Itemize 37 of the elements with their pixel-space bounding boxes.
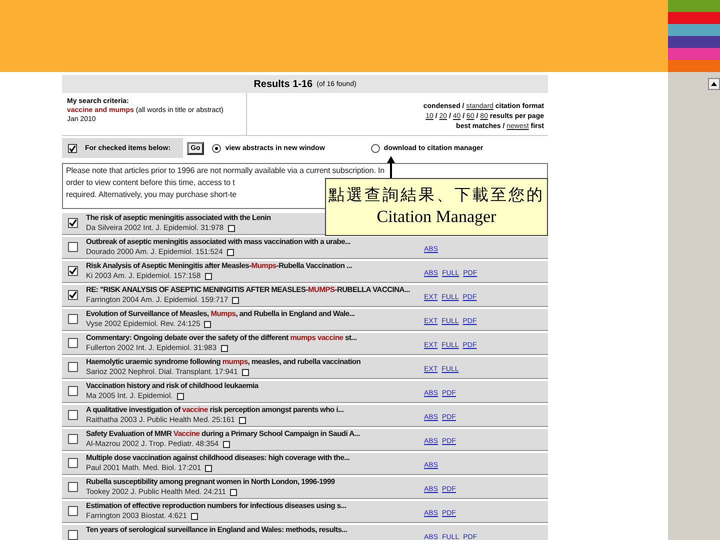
checkbox[interactable]: [68, 458, 78, 468]
radio-button[interactable]: [370, 144, 380, 152]
popup-icon[interactable]: [204, 320, 212, 328]
checkbox[interactable]: [68, 410, 78, 420]
popup-icon[interactable]: [232, 296, 240, 304]
popup-icon[interactable]: [205, 464, 212, 472]
popup-icon[interactable]: [222, 440, 230, 448]
checkbox[interactable]: [68, 386, 78, 396]
checkbox[interactable]: [68, 482, 78, 492]
checkbox[interactable]: [68, 314, 78, 324]
popup-icon[interactable]: [228, 224, 235, 232]
popup-icon[interactable]: [176, 392, 184, 400]
notice-line: Please note that articles prior to 1996 are not normally available via a current subscription. In: [66, 165, 384, 177]
checkbox[interactable]: [68, 434, 78, 444]
notice-line: order to view content before this time, access to t: [66, 177, 235, 189]
checkbox[interactable]: [68, 506, 78, 516]
callout-text: 點選查詢結果、下載至您的: [328, 186, 544, 206]
checkbox[interactable]: [68, 290, 78, 300]
checkbox[interactable]: [68, 338, 78, 348]
checkbox[interactable]: [68, 530, 78, 540]
pointer-arrow: [387, 156, 395, 178]
callout-text: Citation Manager: [376, 206, 496, 228]
checkbox[interactable]: [68, 362, 78, 372]
popup-icon[interactable]: [204, 272, 212, 280]
checkbox-icon: [68, 144, 77, 152]
results-title: Results 1-16: [254, 78, 313, 90]
radio-button[interactable]: [212, 144, 222, 152]
popup-icon[interactable]: [190, 512, 198, 520]
popup-icon[interactable]: [230, 488, 237, 496]
popup-icon[interactable]: [242, 368, 249, 376]
popup-icon[interactable]: [226, 248, 234, 256]
popup-icon[interactable]: [238, 416, 246, 424]
checkbox[interactable]: [68, 266, 78, 276]
popup-icon[interactable]: [220, 344, 228, 352]
checkbox[interactable]: [68, 218, 78, 228]
notice-line: required. Alternatively, you may purchase short-te: [66, 189, 236, 201]
checkbox[interactable]: [68, 242, 78, 252]
